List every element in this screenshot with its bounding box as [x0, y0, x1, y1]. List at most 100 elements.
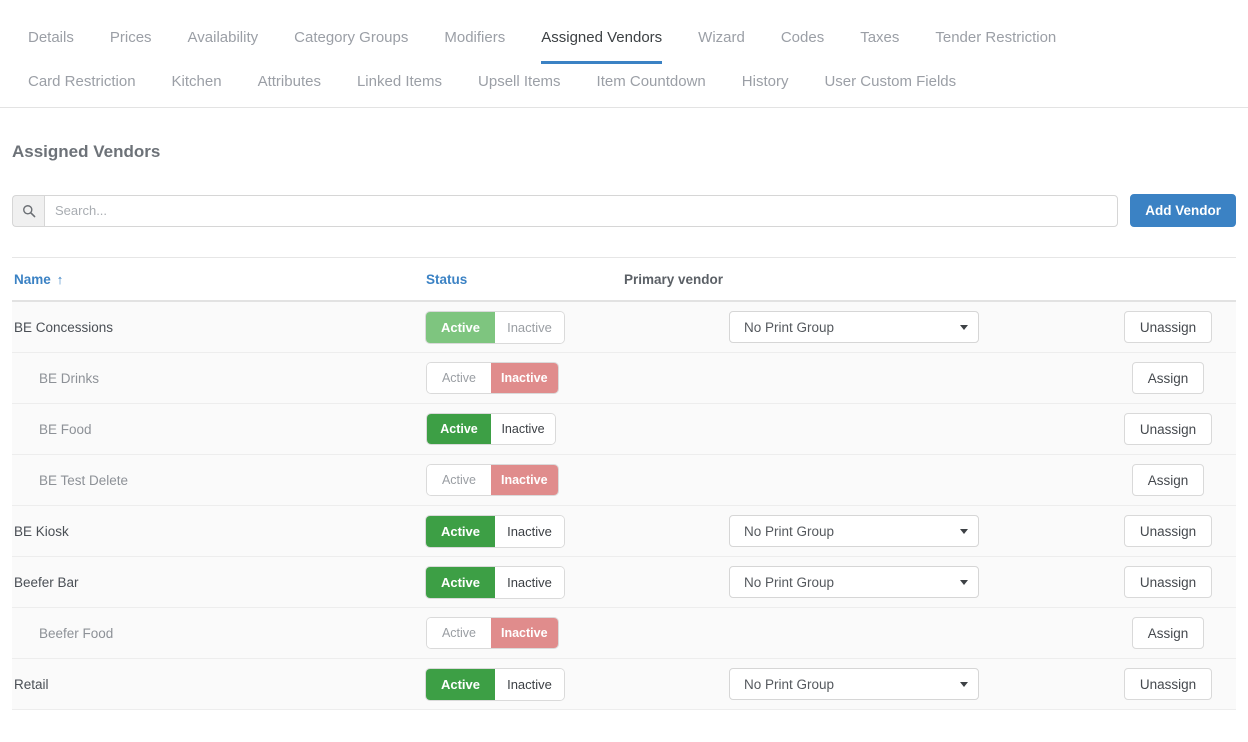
action-cell: Unassign: [1019, 311, 1236, 343]
table-row: BE DrinksActiveInactive Assign: [12, 353, 1236, 404]
status-cell: ActiveInactive: [426, 465, 624, 495]
status-toggle-inactive[interactable]: Inactive: [491, 465, 558, 495]
status-toggle: ActiveInactive: [427, 618, 558, 648]
status-cell: ActiveInactive: [426, 669, 624, 700]
action-cell: Unassign: [1019, 566, 1236, 598]
vendor-name: BE Food: [14, 422, 426, 437]
print-group-selected-value: No Print Group: [744, 524, 834, 539]
tab-card-restriction[interactable]: Card Restriction: [28, 64, 136, 107]
table-row: Beefer BarActiveInactive No Print Group Un…: [12, 557, 1236, 608]
vendor-name: Beefer Food: [14, 626, 426, 641]
status-toggle-active[interactable]: Active: [427, 414, 491, 444]
status-toggle-active[interactable]: Active: [427, 618, 491, 648]
chevron-down-icon: [960, 325, 968, 330]
status-toggle: ActiveInactive: [427, 465, 558, 495]
status-toggle-active[interactable]: Active: [426, 516, 495, 547]
table-body: BE ConcessionsActiveInactiveNo Print Gro…: [12, 302, 1236, 710]
tab-details[interactable]: Details: [28, 20, 74, 64]
chevron-down-icon: [960, 682, 968, 687]
print-group-selected-value: No Print Group: [744, 575, 834, 590]
unassign-button[interactable]: Unassign: [1124, 413, 1212, 445]
action-cell: Assign: [1023, 617, 1236, 649]
tab-codes[interactable]: Codes: [781, 20, 824, 64]
status-toggle-inactive[interactable]: Inactive: [495, 312, 564, 343]
tab-modifiers[interactable]: Modifiers: [444, 20, 505, 64]
status-toggle-inactive[interactable]: Inactive: [495, 567, 564, 598]
vendor-name: BE Drinks: [14, 371, 426, 386]
status-cell: ActiveInactive: [426, 363, 624, 393]
status-toggle: ActiveInactive: [426, 567, 564, 598]
assign-button[interactable]: Assign: [1132, 362, 1204, 394]
status-toggle: ActiveInactive: [427, 363, 558, 393]
table-row: BE Test DeleteActiveInactiveAssign: [12, 455, 1236, 506]
status-toggle: ActiveInactive: [426, 516, 564, 547]
table-header-row: Name ↑ Status Primary vendor: [12, 258, 1236, 302]
tab-row-primary: Details Prices Availability Category Groups…: [28, 20, 1220, 64]
print-group-select[interactable]: No Print Group: [729, 566, 979, 598]
chevron-down-icon: [960, 580, 968, 585]
status-toggle-inactive[interactable]: Inactive: [495, 516, 564, 547]
tab-wizard[interactable]: Wizard: [698, 20, 745, 64]
action-cell: Assign: [1023, 464, 1236, 496]
unassign-button[interactable]: Unassign: [1124, 566, 1212, 598]
status-toggle: ActiveInactive: [426, 669, 564, 700]
print-group-cell: No Print Group: [729, 566, 1019, 598]
status-toggle-active[interactable]: Active: [426, 669, 495, 700]
tab-upsell-items[interactable]: Upsell Items: [478, 64, 561, 107]
status-toggle-active[interactable]: Active: [426, 567, 495, 598]
unassign-button[interactable]: Unassign: [1124, 311, 1212, 343]
tab-tender-restriction[interactable]: Tender Restriction: [935, 20, 1056, 64]
tab-prices[interactable]: Prices: [110, 20, 152, 64]
print-group-select[interactable]: No Print Group: [729, 668, 979, 700]
add-vendor-button[interactable]: Add Vendor: [1130, 194, 1236, 227]
tab-taxes[interactable]: Taxes: [860, 20, 899, 64]
page-content: Assigned Vendors Add Vendor Name ↑ Statu…: [0, 142, 1248, 710]
vendor-name: Beefer Bar: [14, 575, 426, 590]
assign-button[interactable]: Assign: [1132, 464, 1204, 496]
tab-attributes[interactable]: Attributes: [258, 64, 321, 107]
action-cell: Unassign: [1019, 413, 1236, 445]
tab-user-custom-fields[interactable]: User Custom Fields: [824, 64, 956, 107]
status-toggle-inactive[interactable]: Inactive: [491, 414, 555, 444]
status-cell: ActiveInactive: [426, 567, 624, 598]
print-group-select[interactable]: No Print Group: [729, 515, 979, 547]
status-toggle-active[interactable]: Active: [427, 363, 491, 393]
column-header-primary-vendor: Primary vendor: [624, 272, 1236, 287]
status-toggle-inactive[interactable]: Inactive: [495, 669, 564, 700]
status-toggle: ActiveInactive: [426, 312, 564, 343]
chevron-down-icon: [960, 529, 968, 534]
assign-button[interactable]: Assign: [1132, 617, 1204, 649]
status-cell: ActiveInactive: [426, 516, 624, 547]
action-cell: Assign: [1023, 362, 1236, 394]
sort-ascending-icon: ↑: [57, 273, 64, 286]
tab-category-groups[interactable]: Category Groups: [294, 20, 408, 64]
print-group-selected-value: No Print Group: [744, 677, 834, 692]
search-group: [12, 195, 1118, 227]
status-toggle-inactive[interactable]: Inactive: [491, 363, 558, 393]
print-group-selected-value: No Print Group: [744, 320, 834, 335]
unassign-button[interactable]: Unassign: [1124, 668, 1212, 700]
print-group-cell: No Print Group: [729, 311, 1019, 343]
column-header-status[interactable]: Status: [426, 272, 624, 287]
table-row: BE KioskActiveInactiveNo Print GroupUnas…: [12, 506, 1236, 557]
print-group-select[interactable]: No Print Group: [729, 311, 979, 343]
tab-item-countdown[interactable]: Item Countdown: [597, 64, 706, 107]
tab-linked-items[interactable]: Linked Items: [357, 64, 442, 107]
column-header-name[interactable]: Name ↑: [14, 272, 426, 287]
status-cell: ActiveInactive: [426, 618, 624, 648]
search-icon[interactable]: [12, 195, 44, 227]
status-cell: ActiveInactive: [426, 312, 624, 343]
status-toggle-inactive[interactable]: Inactive: [491, 618, 558, 648]
page-title: Assigned Vendors: [12, 142, 1236, 162]
status-toggle-active[interactable]: Active: [427, 465, 491, 495]
tab-row-secondary: Card Restriction Kitchen Attributes Linked …: [28, 64, 1220, 107]
action-cell: Unassign: [1019, 515, 1236, 547]
unassign-button[interactable]: Unassign: [1124, 515, 1212, 547]
search-input[interactable]: [44, 195, 1118, 227]
tab-kitchen[interactable]: Kitchen: [172, 64, 222, 107]
tab-history[interactable]: History: [742, 64, 789, 107]
tab-assigned-vendors[interactable]: Assigned Vendors: [541, 20, 662, 64]
tab-availability[interactable]: Availability: [188, 20, 259, 64]
print-group-cell: No Print Group: [729, 668, 1019, 700]
status-toggle-active[interactable]: Active: [426, 312, 495, 343]
